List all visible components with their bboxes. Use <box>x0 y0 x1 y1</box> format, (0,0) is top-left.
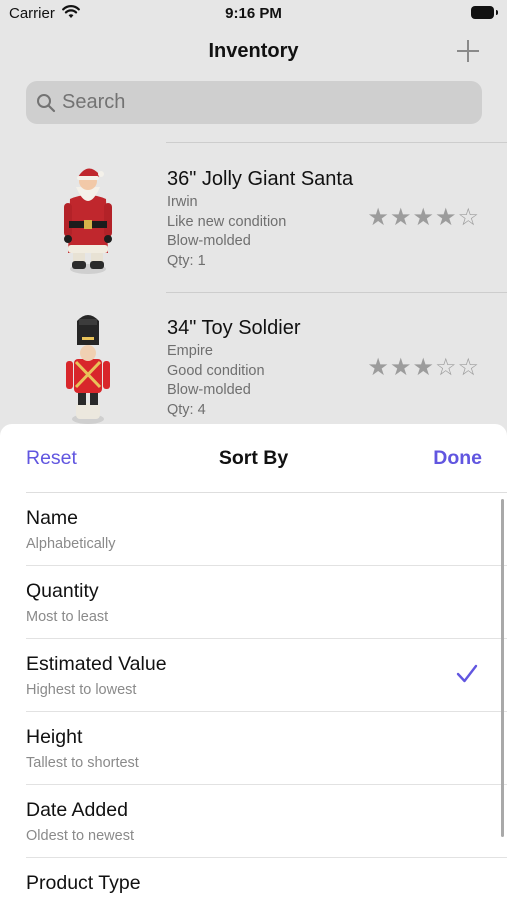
option-subtitle: Oldest to newest <box>26 828 134 844</box>
star-rating: ★★★☆☆ <box>367 354 480 381</box>
item-name: 36" Jolly Giant Santa <box>167 168 354 190</box>
list-item[interactable]: 34" Toy Soldier Empire Good condition Bl… <box>0 293 507 424</box>
sort-option-date-added[interactable]: Date Added Oldest to newest <box>0 785 507 858</box>
scrollbar[interactable] <box>501 499 504 837</box>
option-label: Product Type <box>26 872 141 894</box>
item-condition: Like new condition <box>167 213 287 230</box>
plus-icon[interactable] <box>455 38 481 64</box>
page-title: Inventory <box>208 40 299 62</box>
option-subtitle: Highest to lowest <box>26 682 137 698</box>
santa-figure-image <box>64 168 112 274</box>
option-label: Height <box>26 726 83 748</box>
status-bar: Carrier 9:16 PM <box>0 0 507 28</box>
option-label: Date Added <box>26 799 128 821</box>
item-brand: Irwin <box>167 194 198 210</box>
item-quantity: Qty: 1 <box>167 252 206 269</box>
sort-option-estimated-value[interactable]: Estimated Value Highest to lowest <box>0 639 507 712</box>
sheet-header: Reset Sort By Done <box>0 424 507 492</box>
sort-option-name[interactable]: Name Alphabetically <box>0 493 507 566</box>
sort-option-product-type[interactable]: Product Type <box>0 858 507 900</box>
search-bar[interactable] <box>26 81 482 124</box>
option-label: Estimated Value <box>26 653 167 675</box>
done-button[interactable]: Done <box>433 447 482 470</box>
status-time: 9:16 PM <box>225 5 282 22</box>
option-label: Name <box>26 507 79 529</box>
item-material: Blow-molded <box>167 382 251 398</box>
sort-option-height[interactable]: Height Tallest to shortest <box>0 712 507 785</box>
toy-soldier-figure-image <box>66 315 110 424</box>
list-item[interactable]: 36" Jolly Giant Santa Irwin Like new con… <box>0 143 507 292</box>
search-icon <box>37 94 56 113</box>
option-label: Quantity <box>26 580 99 602</box>
option-subtitle: Most to least <box>26 609 109 625</box>
item-brand: Empire <box>167 343 213 359</box>
star-rating: ★★★★☆ <box>367 204 480 231</box>
search-input[interactable] <box>62 81 462 124</box>
item-name: 34" Toy Soldier <box>167 317 301 339</box>
item-quantity: Qty: 4 <box>167 401 206 418</box>
sheet-title: Sort By <box>218 447 289 469</box>
item-material: Blow-molded <box>167 233 251 249</box>
checkmark-icon <box>456 664 478 683</box>
sort-sheet: Reset Sort By Done Name Alphabetically Q… <box>0 424 507 900</box>
option-subtitle: Tallest to shortest <box>26 755 139 771</box>
battery-icon <box>471 6 498 19</box>
option-subtitle: Alphabetically <box>26 536 116 552</box>
sort-option-quantity[interactable]: Quantity Most to least <box>0 566 507 639</box>
item-condition: Good condition <box>167 362 265 379</box>
